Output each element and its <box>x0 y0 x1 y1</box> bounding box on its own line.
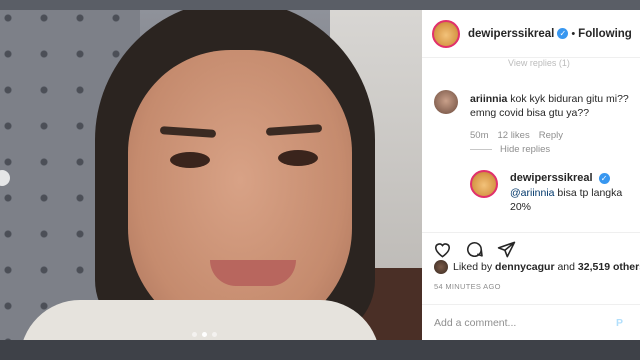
comment-meta: 50m 12 likes Reply <box>470 130 563 141</box>
carousel-dots <box>192 332 217 337</box>
likes-summary: Liked by dennycagur and 32,519 others <box>434 260 640 274</box>
add-comment-bar: P <box>422 304 640 340</box>
hide-replies-line <box>470 149 492 150</box>
carousel-dot <box>212 332 217 337</box>
reply-body: @ariinnia bisa tp langka 20% <box>510 186 640 214</box>
reply-author: dewiperssikreal ✓ <box>510 172 610 184</box>
photo-lips <box>210 260 296 286</box>
reply-author-avatar[interactable] <box>470 170 498 198</box>
comment-reply-button[interactable]: Reply <box>539 130 563 141</box>
post-comment-button[interactable]: P <box>616 317 623 329</box>
liker-avatar[interactable] <box>434 260 448 274</box>
liker-username[interactable]: dennycagur <box>495 261 555 273</box>
author-username[interactable]: dewiperssikreal <box>468 28 554 40</box>
likes-count[interactable]: 32,519 others <box>578 261 640 273</box>
heart-icon[interactable] <box>432 240 452 260</box>
comment-body: ariinnia kok kyk biduran gitu mi?? emng … <box>470 92 636 120</box>
post-timestamp[interactable]: 54 MINUTES AGO <box>434 282 501 291</box>
hide-replies-button[interactable]: Hide replies <box>470 144 550 155</box>
post-header: dewiperssikreal ✓ • Following <box>422 10 640 58</box>
commenter-username[interactable]: ariinnia <box>470 93 507 105</box>
comment-icon[interactable] <box>464 240 484 260</box>
commenter-avatar[interactable] <box>434 90 458 114</box>
carousel-dot-active <box>202 332 207 337</box>
carousel-dot <box>192 332 197 337</box>
reply-username[interactable]: dewiperssikreal <box>510 172 593 184</box>
author-avatar[interactable] <box>432 19 460 48</box>
verified-icon: ✓ <box>598 172 610 184</box>
photo-eye-left <box>170 152 210 168</box>
following-button[interactable]: Following <box>578 28 632 40</box>
comment-likes[interactable]: 12 likes <box>497 130 529 141</box>
background-top <box>0 0 640 10</box>
post-side-panel: dewiperssikreal ✓ • Following View repli… <box>422 10 640 340</box>
hide-replies-label: Hide replies <box>500 144 551 155</box>
header-separator: • <box>571 27 576 40</box>
post-photo[interactable] <box>0 10 422 340</box>
likes-prefix: Liked by <box>453 261 493 273</box>
photo-eye-right <box>278 150 318 166</box>
photo-face <box>128 50 352 340</box>
comment-time[interactable]: 50m <box>470 130 488 141</box>
verified-icon: ✓ <box>557 28 569 39</box>
likes-middle: and <box>557 261 575 273</box>
background-bottom <box>0 340 640 360</box>
share-icon[interactable] <box>496 240 516 260</box>
view-replies-faded[interactable]: View replies (1) <box>508 58 570 68</box>
reply-mention[interactable]: @ariinnia <box>510 187 555 199</box>
add-comment-input[interactable] <box>434 316 624 329</box>
